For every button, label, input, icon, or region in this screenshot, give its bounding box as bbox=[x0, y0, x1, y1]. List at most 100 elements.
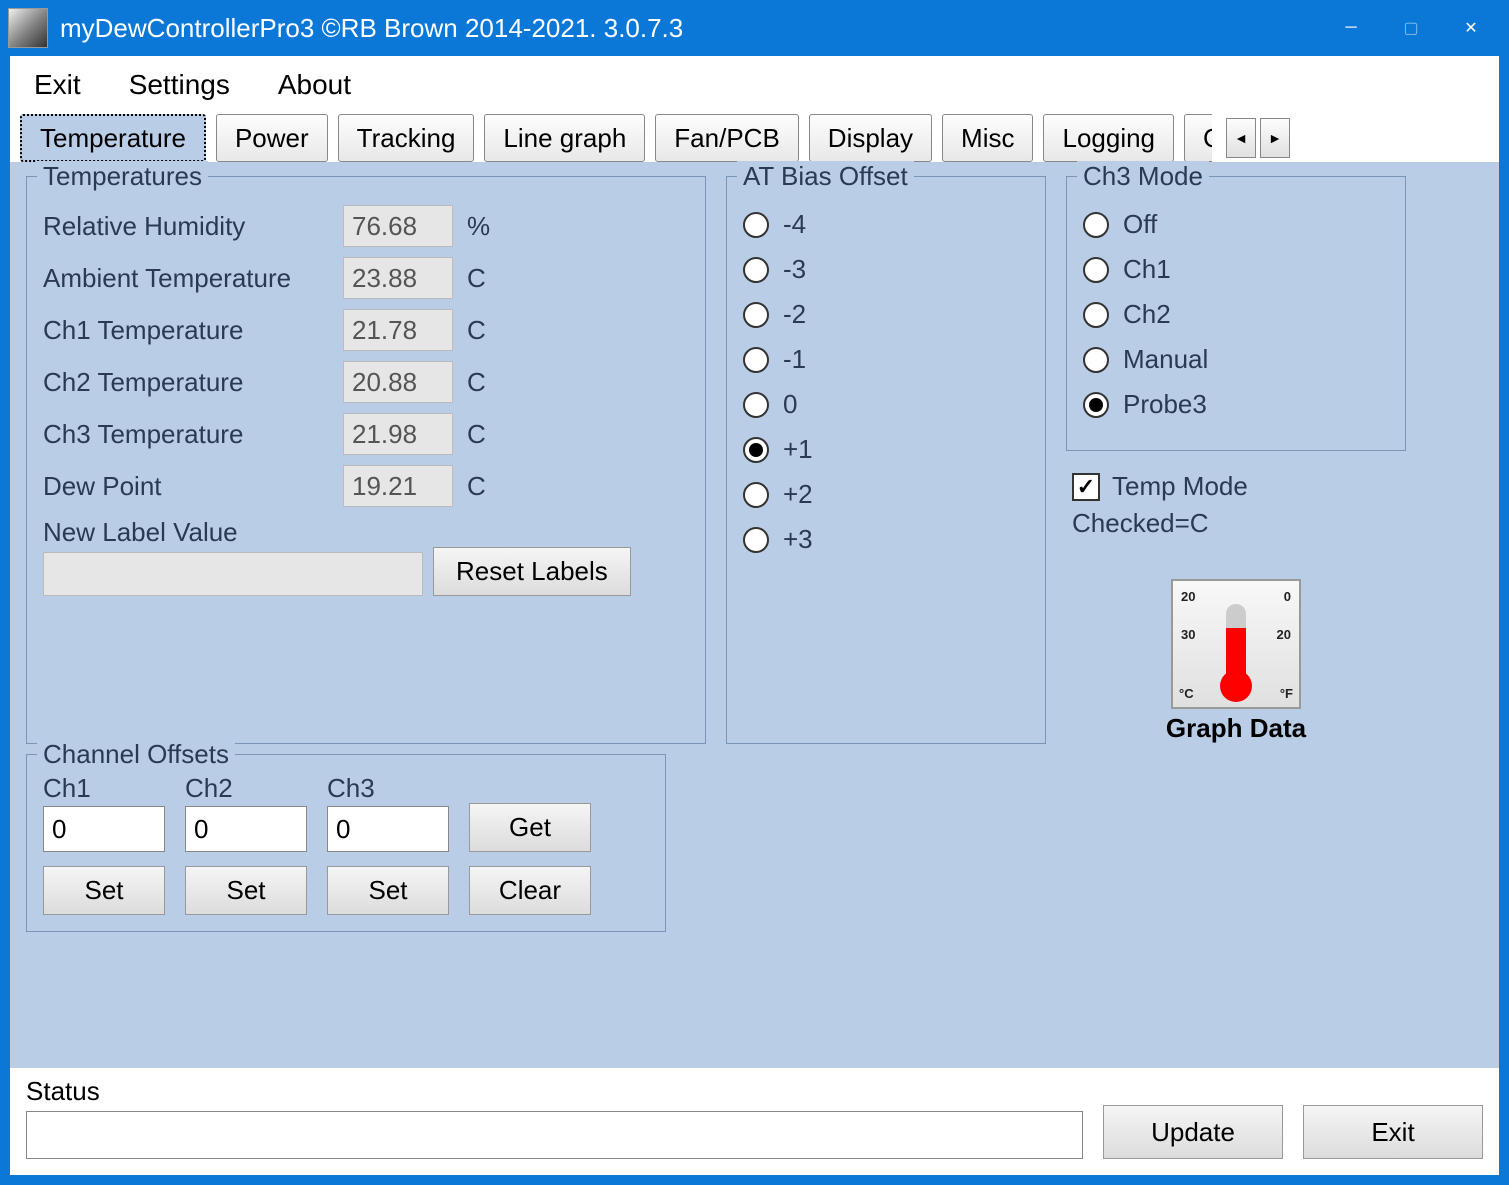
radio-icon[interactable] bbox=[743, 257, 769, 283]
radio-icon[interactable] bbox=[743, 302, 769, 328]
atbias-group: AT Bias Offset -4-3-2-10+1+2+3 bbox=[726, 176, 1046, 744]
titlebar[interactable]: myDewControllerPro3 ©RB Brown 2014-2021.… bbox=[0, 0, 1509, 56]
radio-icon[interactable] bbox=[1083, 257, 1109, 283]
atbias-option-label: +3 bbox=[783, 524, 813, 555]
offset-ch2-set-button[interactable]: Set bbox=[185, 866, 307, 915]
maximize-button[interactable]: ▢ bbox=[1381, 8, 1441, 48]
unit-ambient: C bbox=[467, 263, 486, 294]
radio-icon[interactable] bbox=[743, 527, 769, 553]
atbias-option[interactable]: +3 bbox=[743, 524, 1029, 555]
value-ch1temp: 21.78 bbox=[343, 309, 453, 351]
tab-temperature[interactable]: Temperature bbox=[20, 114, 206, 162]
offset-ch3-label: Ch3 bbox=[327, 773, 449, 804]
atbias-option[interactable]: -4 bbox=[743, 209, 1029, 240]
radio-icon[interactable] bbox=[1083, 392, 1109, 418]
thermo-tick: °C bbox=[1179, 686, 1194, 701]
status-label: Status bbox=[26, 1076, 1083, 1107]
radio-icon[interactable] bbox=[743, 392, 769, 418]
radio-icon[interactable] bbox=[1083, 302, 1109, 328]
tab-linegraph[interactable]: Line graph bbox=[484, 114, 645, 162]
update-button[interactable]: Update bbox=[1103, 1105, 1283, 1159]
status-area: Status Update Exit bbox=[10, 1068, 1499, 1175]
row-ch1temp: Ch1 Temperature 21.78 C bbox=[43, 309, 689, 351]
value-ambient: 23.88 bbox=[343, 257, 453, 299]
menu-exit[interactable]: Exit bbox=[34, 69, 81, 101]
tab-tracking[interactable]: Tracking bbox=[338, 114, 475, 162]
offset-ch3-set-button[interactable]: Set bbox=[327, 866, 449, 915]
ch3mode-option[interactable]: Manual bbox=[1083, 344, 1389, 375]
atbias-option[interactable]: -2 bbox=[743, 299, 1029, 330]
ch3mode-option-label: Off bbox=[1123, 209, 1157, 240]
menu-settings[interactable]: Settings bbox=[129, 69, 230, 101]
tab-scroll-left[interactable]: ◄ bbox=[1226, 118, 1256, 158]
label-ch2temp: Ch2 Temperature bbox=[43, 367, 343, 398]
atbias-option-label: -1 bbox=[783, 344, 806, 375]
radio-icon[interactable] bbox=[743, 347, 769, 373]
exit-button[interactable]: Exit bbox=[1303, 1105, 1483, 1159]
tab-clipped[interactable]: C bbox=[1184, 114, 1212, 162]
temp-mode-checkbox[interactable] bbox=[1072, 473, 1100, 501]
graph-data-button[interactable]: 20 0 30 20 °C °F Graph Data bbox=[1066, 579, 1406, 744]
ch3mode-option-label: Probe3 bbox=[1123, 389, 1207, 420]
offsets-clear-button[interactable]: Clear bbox=[469, 866, 591, 915]
window: myDewControllerPro3 ©RB Brown 2014-2021.… bbox=[0, 0, 1509, 1185]
atbias-legend: AT Bias Offset bbox=[737, 161, 914, 192]
atbias-option[interactable]: -1 bbox=[743, 344, 1029, 375]
atbias-option[interactable]: +2 bbox=[743, 479, 1029, 510]
ch3mode-option[interactable]: Probe3 bbox=[1083, 389, 1389, 420]
row-ambient: Ambient Temperature 23.88 C bbox=[43, 257, 689, 299]
offset-ch2-label: Ch2 bbox=[185, 773, 307, 804]
offsets-get-button[interactable]: Get bbox=[469, 803, 591, 852]
new-label-input[interactable] bbox=[43, 552, 423, 596]
thermo-tick: 20 bbox=[1181, 589, 1195, 604]
atbias-option-label: -3 bbox=[783, 254, 806, 285]
unit-ch1temp: C bbox=[467, 315, 486, 346]
thermo-tick: °F bbox=[1280, 686, 1293, 701]
ch3mode-option[interactable]: Ch2 bbox=[1083, 299, 1389, 330]
radio-icon[interactable] bbox=[1083, 347, 1109, 373]
offset-ch1-set-button[interactable]: Set bbox=[43, 866, 165, 915]
ch3mode-option-label: Manual bbox=[1123, 344, 1208, 375]
menu-about[interactable]: About bbox=[278, 69, 351, 101]
row-ch3temp: Ch3 Temperature 21.98 C bbox=[43, 413, 689, 455]
thermometer-icon: 20 0 30 20 °C °F bbox=[1171, 579, 1301, 709]
label-ambient: Ambient Temperature bbox=[43, 263, 343, 294]
reset-labels-button[interactable]: Reset Labels bbox=[433, 547, 631, 596]
offset-ch1-input[interactable] bbox=[43, 806, 165, 852]
label-dewpoint: Dew Point bbox=[43, 471, 343, 502]
temp-mode-sublabel: Checked=C bbox=[1072, 508, 1406, 539]
radio-icon[interactable] bbox=[1083, 212, 1109, 238]
thermo-tick: 0 bbox=[1284, 589, 1291, 604]
radio-icon[interactable] bbox=[743, 212, 769, 238]
atbias-option[interactable]: -3 bbox=[743, 254, 1029, 285]
offset-ch3-input[interactable] bbox=[327, 806, 449, 852]
ch3mode-option[interactable]: Ch1 bbox=[1083, 254, 1389, 285]
ch3mode-option[interactable]: Off bbox=[1083, 209, 1389, 240]
status-input[interactable] bbox=[26, 1111, 1083, 1159]
label-humidity: Relative Humidity bbox=[43, 211, 343, 242]
atbias-option[interactable]: +1 bbox=[743, 434, 1029, 465]
offsets-legend: Channel Offsets bbox=[37, 739, 235, 770]
unit-ch2temp: C bbox=[467, 367, 486, 398]
tab-power[interactable]: Power bbox=[216, 114, 328, 162]
ch3mode-legend: Ch3 Mode bbox=[1077, 161, 1209, 192]
tab-scroll-right[interactable]: ► bbox=[1260, 118, 1290, 158]
tab-display[interactable]: Display bbox=[809, 114, 932, 162]
tab-misc[interactable]: Misc bbox=[942, 114, 1033, 162]
tab-fanpcb[interactable]: Fan/PCB bbox=[655, 114, 799, 162]
app-icon bbox=[8, 8, 48, 48]
unit-ch3temp: C bbox=[467, 419, 486, 450]
window-title: myDewControllerPro3 ©RB Brown 2014-2021.… bbox=[60, 13, 1321, 44]
unit-humidity: % bbox=[467, 211, 490, 242]
graph-data-label: Graph Data bbox=[1166, 713, 1306, 744]
atbias-option[interactable]: 0 bbox=[743, 389, 1029, 420]
unit-dewpoint: C bbox=[467, 471, 486, 502]
radio-icon[interactable] bbox=[743, 482, 769, 508]
close-button[interactable]: ✕ bbox=[1441, 8, 1501, 48]
tab-logging[interactable]: Logging bbox=[1043, 114, 1174, 162]
minimize-button[interactable]: ─ bbox=[1321, 8, 1381, 48]
radio-icon[interactable] bbox=[743, 437, 769, 463]
atbias-option-label: +2 bbox=[783, 479, 813, 510]
thermo-tick: 20 bbox=[1277, 627, 1291, 642]
offset-ch2-input[interactable] bbox=[185, 806, 307, 852]
